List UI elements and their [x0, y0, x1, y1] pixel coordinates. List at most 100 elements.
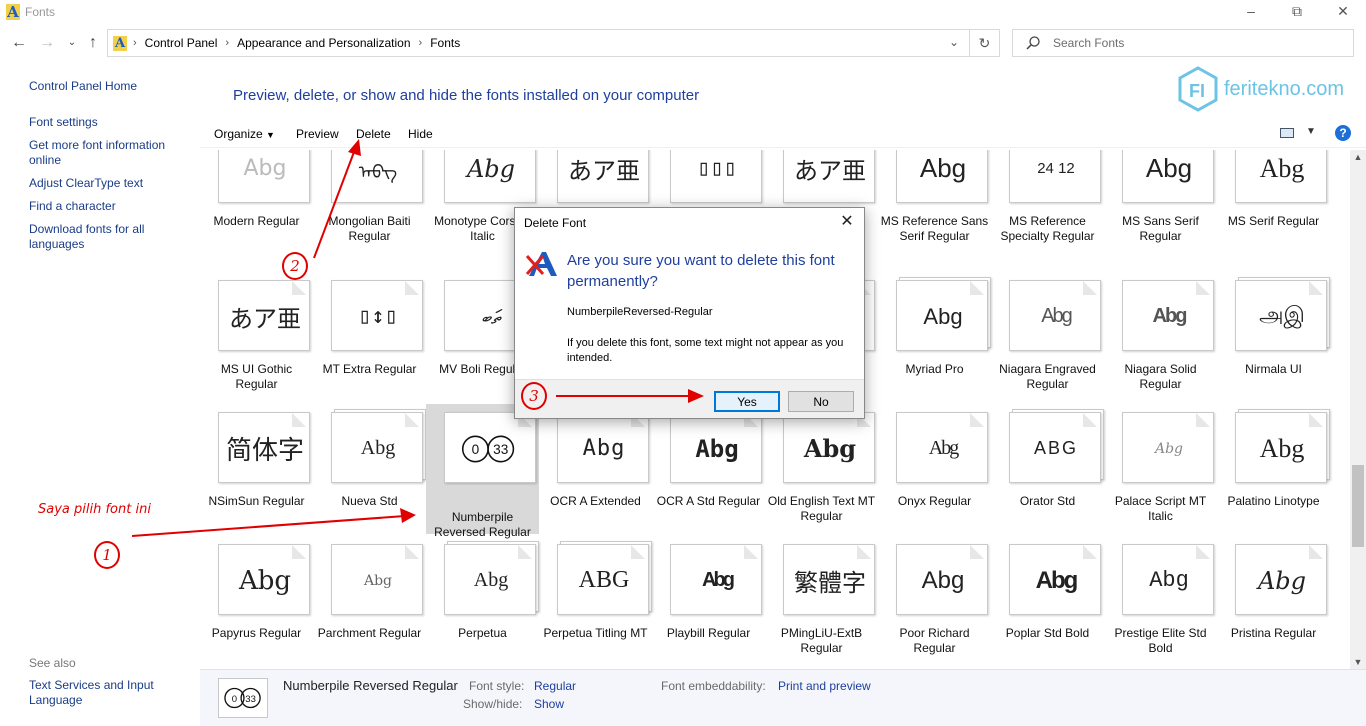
- font-tile[interactable]: Abg Perpetua: [426, 541, 539, 669]
- restore-icon[interactable]: ⧉: [1274, 0, 1320, 24]
- font-preview: Abg: [896, 544, 991, 619]
- font-sample: ▯▯▯: [697, 156, 737, 181]
- font-tile[interactable]: 0 33 Numberpile Reversed Regular: [426, 404, 539, 539]
- font-tile[interactable]: Abg Prestige Elite Std Bold: [1104, 544, 1217, 669]
- yes-button[interactable]: Yes: [714, 391, 780, 412]
- font-tile[interactable]: அஇ Nirmala UI: [1217, 277, 1330, 412]
- font-sample: Abg: [1035, 566, 1079, 594]
- font-tile[interactable]: 简体字 NSimSun Regular: [200, 412, 313, 544]
- organize-button[interactable]: Organize ▼: [214, 127, 275, 141]
- breadcrumb-control-panel[interactable]: Control Panel: [145, 36, 218, 50]
- font-name: MS Reference Specialty Regular: [1000, 214, 1095, 243]
- font-tile[interactable]: ▯↕▯ MT Extra Regular: [313, 280, 426, 412]
- chevron-down-icon[interactable]: ⌄: [949, 35, 959, 49]
- font-sample: Abg: [919, 153, 967, 183]
- font-tile[interactable]: 24 12 MS Reference Specialty Regular: [991, 150, 1104, 264]
- font-tile[interactable]: Abg MS Reference Sans Serif Regular: [878, 150, 991, 264]
- font-sample: あア亜: [568, 157, 640, 185]
- font-tile[interactable]: Abg Niagara Engraved Regular: [991, 280, 1104, 412]
- address-bar[interactable]: A › Control Panel › Appearance and Perso…: [107, 29, 1000, 57]
- font-page: அஇ: [1235, 280, 1327, 351]
- font-tile[interactable]: Abg Playbill Regular: [652, 544, 765, 669]
- font-sample: Abg: [363, 572, 393, 589]
- font-tile[interactable]: ABG Perpetua Titling MT: [539, 541, 652, 669]
- dialog-close-icon[interactable]: ✕: [836, 211, 858, 233]
- font-tile[interactable]: 繁體字 PMingLiU-ExtB Regular: [765, 544, 878, 669]
- font-tile[interactable]: Abg Palatino Linotype: [1217, 409, 1330, 544]
- font-tile[interactable]: Abg Palace Script MT Italic: [1104, 412, 1217, 544]
- font-preview: Abg: [670, 412, 765, 487]
- font-page: ▯▯▯: [670, 150, 762, 203]
- vertical-scrollbar[interactable]: ▲ ▼: [1350, 150, 1366, 669]
- font-tile[interactable]: Abg Old English Text MT Regular: [765, 412, 878, 544]
- font-preview: ABG: [1009, 409, 1104, 487]
- breadcrumb-fonts[interactable]: Fonts: [430, 36, 460, 50]
- scroll-up-icon[interactable]: ▲: [1350, 152, 1366, 162]
- change-view-icon[interactable]: [1280, 128, 1294, 138]
- minimize-icon[interactable]: –: [1228, 0, 1274, 24]
- font-page: Abg: [331, 544, 423, 615]
- font-tile[interactable]: Abg Poor Richard Regular: [878, 544, 991, 669]
- download-fonts-link[interactable]: Download fonts for all languages: [29, 222, 179, 252]
- font-tile[interactable]: Abg Niagara Solid Regular: [1104, 280, 1217, 412]
- view-options-chevron-icon[interactable]: ▼: [1306, 126, 1316, 137]
- font-page: Abg: [1122, 544, 1214, 615]
- font-tile[interactable]: Abg OCR A Std Regular: [652, 412, 765, 544]
- chevron-right-icon[interactable]: ›: [225, 37, 229, 49]
- font-preview: Abg: [331, 544, 426, 619]
- font-tile[interactable]: Abg Pristina Regular: [1217, 544, 1330, 669]
- font-tile[interactable]: ᠠᠪᠭ Mongolian Baiti Regular: [313, 150, 426, 264]
- font-preview: Abg: [783, 412, 878, 487]
- font-tile[interactable]: Abg Parchment Regular: [313, 544, 426, 669]
- preview-button[interactable]: Preview: [296, 127, 339, 141]
- adjust-cleartype-link[interactable]: Adjust ClearType text: [29, 176, 189, 191]
- font-preview: Abg: [1009, 280, 1104, 355]
- control-panel-home-link[interactable]: Control Panel Home: [29, 79, 189, 94]
- font-tile[interactable]: Abg Modern Regular: [200, 150, 313, 264]
- font-tile[interactable]: あア亜 MS UI Gothic Regular: [200, 280, 313, 412]
- chevron-right-icon[interactable]: ›: [419, 37, 423, 49]
- more-font-info-link[interactable]: Get more font information online: [29, 138, 189, 168]
- font-tile[interactable]: Abg Poplar Std Bold: [991, 544, 1104, 669]
- svg-text:FI: FI: [1189, 81, 1205, 101]
- find-character-link[interactable]: Find a character: [29, 199, 189, 214]
- font-tile[interactable]: Abg Papyrus Regular: [200, 544, 313, 669]
- font-tile[interactable]: Abg Onyx Regular: [878, 412, 991, 544]
- hide-button[interactable]: Hide: [408, 127, 433, 141]
- font-sample: Abg: [1259, 433, 1305, 463]
- search-input[interactable]: [1053, 36, 1343, 50]
- font-tile[interactable]: Abg Nueva Std: [313, 409, 426, 544]
- refresh-icon[interactable]: ↻: [969, 30, 999, 56]
- search-box[interactable]: [1012, 29, 1354, 57]
- embeddability-label: Font embeddability:: [661, 679, 766, 693]
- watermark: FI feritekno.com: [1178, 66, 1358, 112]
- scrollbar-thumb[interactable]: [1352, 465, 1364, 547]
- close-icon[interactable]: ✕: [1320, 0, 1366, 24]
- recent-locations-chevron-icon[interactable]: ⌄: [61, 33, 83, 55]
- font-preview: Abg: [1122, 412, 1217, 487]
- back-arrow-icon[interactable]: ←: [8, 33, 30, 55]
- font-preview: Abg: [1122, 280, 1217, 355]
- delete-button[interactable]: Delete: [356, 127, 391, 141]
- scroll-down-icon[interactable]: ▼: [1350, 657, 1366, 667]
- font-tile[interactable]: ABG Orator Std: [991, 409, 1104, 544]
- help-icon[interactable]: ?: [1335, 125, 1351, 141]
- no-button[interactable]: No: [788, 391, 854, 412]
- font-page: Abg: [1009, 544, 1101, 615]
- up-arrow-icon[interactable]: ↑: [82, 33, 104, 55]
- forward-arrow-icon[interactable]: →: [36, 33, 58, 55]
- font-tile[interactable]: Abg OCR A Extended: [539, 412, 652, 544]
- breadcrumb-appearance[interactable]: Appearance and Personalization: [237, 36, 410, 50]
- chevron-down-icon: ▼: [266, 130, 275, 140]
- font-name: Nueva Std: [341, 494, 398, 508]
- font-sample: ABG: [1033, 438, 1078, 458]
- font-tile[interactable]: Abg MS Sans Serif Regular: [1104, 150, 1217, 264]
- font-preview: Abg: [444, 541, 539, 619]
- font-name: NSimSun Regular: [208, 494, 305, 508]
- text-services-link[interactable]: Text Services and Input Language: [29, 678, 169, 708]
- font-tile[interactable]: Abg Myriad Pro: [878, 277, 991, 412]
- font-preview: ▯▯▯: [670, 150, 765, 207]
- font-page: Abg: [557, 412, 649, 483]
- font-settings-link[interactable]: Font settings: [29, 115, 189, 130]
- font-tile[interactable]: Abg MS Serif Regular: [1217, 150, 1330, 264]
